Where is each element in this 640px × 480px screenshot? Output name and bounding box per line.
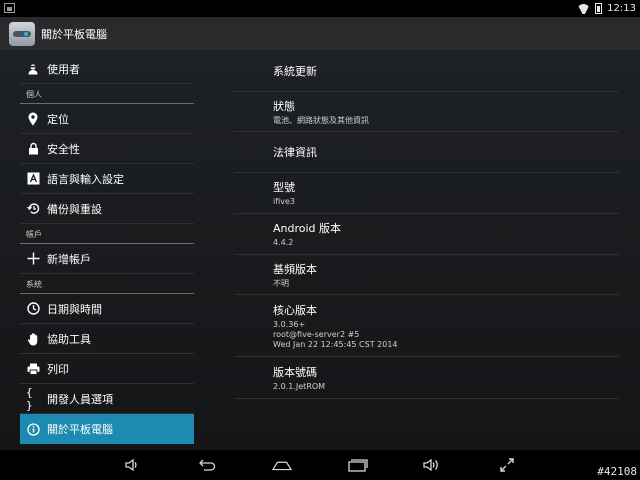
sidebar-item[interactable]: 日期與時間 bbox=[20, 294, 194, 324]
info-row[interactable]: 版本號碼 2.0.1.JetROM bbox=[234, 357, 619, 399]
sidebar-item[interactable]: 安全性 bbox=[20, 134, 194, 164]
sidebar-item-label: 日期與時間 bbox=[47, 302, 102, 316]
sidebar-item-label: 開發人員選項 bbox=[47, 392, 113, 406]
info-row[interactable]: 系統更新 bbox=[234, 50, 619, 92]
sidebar-item-label: 備份與重設 bbox=[47, 202, 102, 216]
info-row[interactable]: 基頻版本 不明 bbox=[234, 255, 619, 295]
sidebar-item[interactable]: 關於平板電腦 bbox=[20, 414, 194, 444]
info-icon bbox=[26, 422, 40, 436]
info-row-title: 法律資訊 bbox=[273, 146, 317, 159]
clock-icon bbox=[26, 302, 40, 316]
sidebar-item[interactable]: 列印 bbox=[20, 354, 194, 384]
action-bar: 關於平板電腦 bbox=[0, 17, 640, 50]
braces-icon: { } bbox=[26, 385, 34, 412]
battery-icon bbox=[595, 3, 603, 14]
fullscreen-icon[interactable] bbox=[497, 457, 517, 473]
sidebar-section-header: 系統 bbox=[20, 274, 194, 294]
main-area: 使用者個人定位安全性語言與輸入設定 備份與重設帳戶新增帳戶系統日期與時間協助工具列… bbox=[0, 50, 640, 450]
sidebar-item-label: 協助工具 bbox=[47, 332, 91, 346]
back-icon[interactable] bbox=[197, 457, 217, 473]
info-row-title: 系統更新 bbox=[273, 64, 317, 78]
image-notification-icon bbox=[4, 3, 15, 13]
info-row-subtitle: 2.0.1.JetROM bbox=[273, 381, 326, 391]
sidebar-item[interactable]: 定位 bbox=[20, 104, 194, 134]
navigation-bar: #42108 bbox=[0, 450, 640, 480]
sidebar-item[interactable]: { } 開發人員選項 bbox=[20, 384, 194, 414]
info-row-title: 狀態 bbox=[273, 99, 295, 113]
info-row[interactable]: 核心版本 3.0.36+ root@five-server2 #5 Wed Jan… bbox=[234, 295, 619, 357]
wifi-icon bbox=[577, 4, 590, 14]
volume-up-icon[interactable] bbox=[422, 457, 442, 473]
backup-restore-icon bbox=[26, 202, 40, 216]
sidebar-section-header: 帳戶 bbox=[20, 224, 194, 244]
plus-icon bbox=[26, 252, 40, 266]
info-row[interactable]: 法律資訊 bbox=[234, 132, 619, 173]
hand-icon bbox=[26, 332, 40, 346]
settings-app-icon[interactable] bbox=[9, 21, 35, 46]
home-icon[interactable] bbox=[272, 457, 292, 473]
printer-icon bbox=[26, 362, 40, 376]
info-row-title: Android 版本 bbox=[273, 222, 342, 235]
language-icon bbox=[26, 172, 40, 186]
info-row-title: 版本號碼 bbox=[273, 365, 317, 379]
info-row-title: 基頻版本 bbox=[273, 262, 317, 276]
sidebar-item[interactable]: 使用者 bbox=[20, 54, 194, 84]
user-icon bbox=[26, 62, 40, 76]
info-row-subtitle: 3.0.36+ root@five-server2 #5 Wed Jan 22 … bbox=[273, 319, 398, 349]
info-row[interactable]: 狀態電池、網路狀態及其他資訊 bbox=[234, 92, 619, 132]
sidebar-item[interactable]: 協助工具 bbox=[20, 324, 194, 354]
info-row-subtitle: 不明 bbox=[273, 278, 289, 288]
sidebar-item-label: 新增帳戶 bbox=[47, 252, 91, 266]
watermark-id: #42108 bbox=[597, 465, 637, 478]
sidebar-item[interactable]: 語言與輸入設定 bbox=[20, 164, 194, 194]
sidebar-item-label: 列印 bbox=[47, 362, 69, 376]
settings-sidebar: 使用者個人定位安全性語言與輸入設定 備份與重設帳戶新增帳戶系統日期與時間協助工具列… bbox=[20, 54, 194, 444]
status-bar: 12:13 bbox=[0, 0, 640, 17]
sidebar-item-label: 使用者 bbox=[47, 62, 80, 76]
info-row[interactable]: Android 版本 4.4.2 bbox=[234, 214, 619, 255]
sidebar-item[interactable]: 備份與重設 bbox=[20, 194, 194, 224]
sidebar-item-label: 語言與輸入設定 bbox=[47, 172, 124, 186]
lock-icon bbox=[26, 142, 40, 156]
info-row-subtitle: 電池、網路狀態及其他資訊 bbox=[273, 115, 369, 125]
info-row-subtitle: ifive3 bbox=[273, 197, 296, 206]
page-title: 關於平板電腦 bbox=[41, 27, 107, 41]
location-pin-icon bbox=[26, 112, 40, 126]
info-row-title: 核心版本 bbox=[273, 303, 317, 317]
volume-down-icon[interactable] bbox=[123, 457, 143, 473]
sidebar-item-label: 安全性 bbox=[47, 142, 80, 156]
about-tablet-list: 系統更新狀態電池、網路狀態及其他資訊 法律資訊型號 ifive3 Android 版本… bbox=[234, 50, 619, 399]
sidebar-section-header: 個人 bbox=[20, 84, 194, 104]
recent-apps-icon[interactable] bbox=[348, 457, 368, 473]
clock-time: 12:13 bbox=[607, 3, 636, 14]
info-row-title: 型號 bbox=[273, 181, 295, 194]
info-row[interactable]: 型號 ifive3 bbox=[234, 173, 619, 214]
sidebar-item-label: 關於平板電腦 bbox=[47, 423, 113, 436]
sidebar-item[interactable]: 新增帳戶 bbox=[20, 244, 194, 274]
sidebar-item-label: 定位 bbox=[47, 112, 69, 126]
info-row-subtitle: 4.4.2 bbox=[273, 238, 294, 247]
